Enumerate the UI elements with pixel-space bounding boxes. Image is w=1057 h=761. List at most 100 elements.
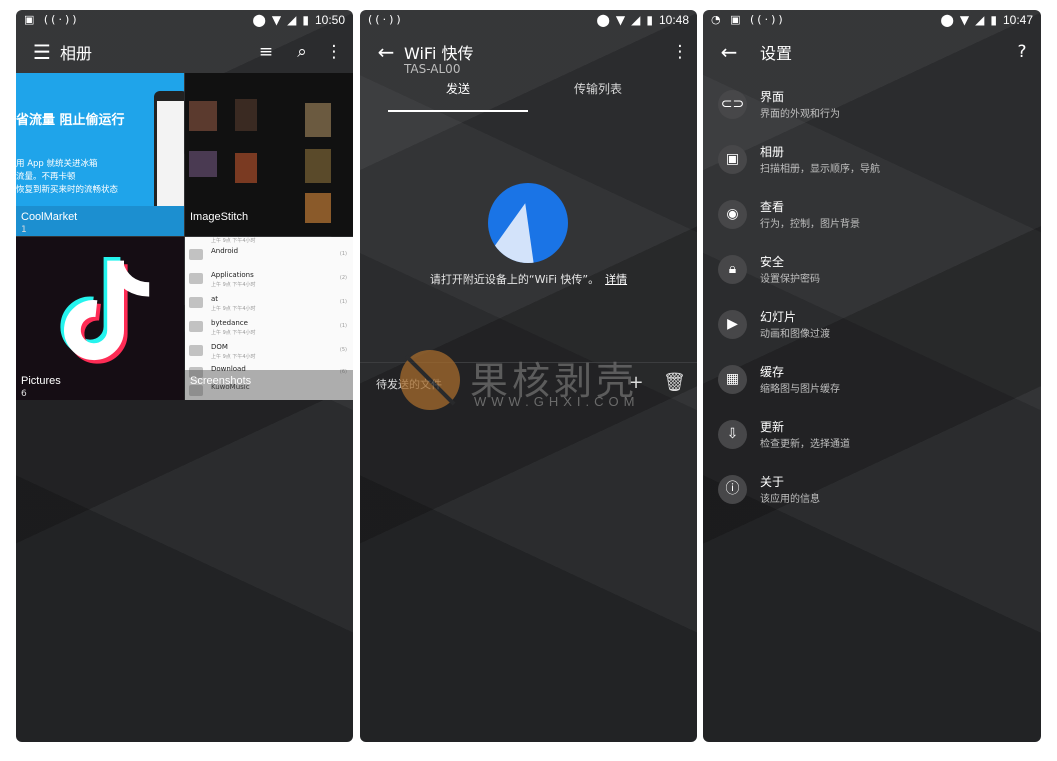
back-arrow-icon[interactable]: ←	[715, 38, 743, 66]
settings-item-title: 安全	[760, 255, 785, 269]
settings-item-album[interactable]: ▣ 相册 扫描相册，显示顺序，导航	[715, 140, 1029, 190]
lock-icon: 🔒︎	[718, 255, 747, 284]
status-left-icons: ◔ ▣ ((·))	[711, 13, 786, 26]
album-tile-imagestitch[interactable]: ImageStitch	[185, 73, 353, 236]
page-title: WiFi 快传	[404, 44, 474, 63]
settings-item-title: 幻灯片	[760, 310, 797, 324]
thumb-headline: 省流量 阻止偷运行	[16, 113, 125, 128]
chip-icon: ▦	[718, 365, 747, 394]
settings-item-subtitle: 设置保护密码	[760, 274, 820, 285]
back-arrow-icon[interactable]: ←	[372, 38, 400, 66]
settings-item-interface[interactable]: ⊂⊃ 界面 界面的外观和行为	[715, 85, 1029, 135]
list-item: at 上午 9点 下午4小时 (1)	[189, 293, 347, 316]
album-name: Pictures	[21, 375, 61, 387]
location-icon: ⬤	[940, 13, 954, 27]
update-icon: ⇩	[718, 420, 747, 449]
thumb-text: 流量。不再卡顿	[16, 172, 76, 182]
divider	[360, 362, 697, 363]
tiktok-logo-icon	[60, 257, 150, 364]
settings-item-subtitle: 扫描相册，显示顺序，导航	[760, 164, 880, 175]
page-title: 相册	[60, 44, 93, 63]
album-tile-pictures[interactable]: Pictures 6	[16, 237, 184, 400]
wifi-transfer-screen: ((·)) ⬤ ▼ ◢ ▮ 10:48 ← WiFi 快传 TAS-AL00 ⋮…	[360, 10, 697, 742]
status-right: ⬤ ▼ ◢ ▮ 10:47	[940, 13, 1033, 27]
settings-screen: ◔ ▣ ((·)) ⬤ ▼ ◢ ▮ 10:47 ← 设置 ? ⊂⊃ 界面 界面的…	[703, 10, 1041, 742]
wifi-icon: ▼	[959, 13, 970, 27]
slideshow-icon: ▶	[718, 310, 747, 339]
more-vert-icon[interactable]: ⋮	[667, 38, 693, 66]
scan-prompt: 请打开附近设备上的“WiFi 快传”。 详情	[360, 271, 697, 287]
settings-item-update[interactable]: ⇩ 更新 检查更新，选择通道	[715, 415, 1029, 465]
status-bar: ((·)) ⬤ ▼ ◢ ▮ 10:48	[360, 10, 697, 30]
thumb-text: 用 App 就统关进冰箱	[16, 159, 98, 169]
page-subtitle: TAS-AL00	[404, 62, 461, 76]
more-vert-icon[interactable]: ⋮	[321, 38, 347, 66]
image-icon: ▣	[718, 145, 747, 174]
signal-icon: ◢	[287, 13, 297, 27]
status-left-icons: ▣ ((·))	[24, 13, 80, 26]
settings-item-subtitle: 行为，控制，图片背景	[760, 219, 860, 230]
status-right: ⬤ ▼ ◢ ▮ 10:50	[252, 13, 345, 27]
status-time: 10:50	[314, 13, 345, 27]
battery-icon: ▮	[646, 13, 653, 27]
album-name: Screenshots	[190, 375, 252, 387]
info-icon: ⓘ	[718, 475, 747, 504]
settings-item-about[interactable]: ⓘ 关于 该应用的信息	[715, 470, 1029, 520]
tab-indicator	[388, 110, 528, 112]
battery-icon: ▮	[990, 13, 997, 27]
settings-item-subtitle: 检查更新，选择通道	[760, 439, 850, 450]
delete-icon[interactable]: 🗑	[663, 372, 686, 394]
settings-item-title: 查看	[760, 200, 785, 214]
search-icon[interactable]: ⌕	[289, 38, 315, 66]
status-bar: ▣ ((·)) ⬤ ▼ ◢ ▮ 10:50	[16, 10, 353, 30]
tab-label: 传输列表	[573, 82, 622, 96]
tab-label: 发送	[445, 82, 470, 96]
album-tile-coolmarket[interactable]: 省流量 阻止偷运行 用 App 就统关进冰箱 流量。不再卡顿 恢复到新买来时的流…	[16, 73, 184, 236]
settings-item-subtitle: 动画和图像过渡	[760, 329, 830, 340]
details-link[interactable]: 详情	[605, 273, 627, 286]
tab-bar: 发送 传输列表	[388, 82, 669, 112]
settings-item-title: 界面	[760, 90, 785, 104]
list-item: Applications 上午 9点 下午4小时 (2)	[189, 269, 347, 292]
list-item: Android (1)	[189, 245, 347, 268]
filter-icon[interactable]: ≡	[253, 38, 279, 66]
location-icon: ⬤	[252, 13, 266, 27]
status-right: ⬤ ▼ ◢ ▮ 10:48	[596, 13, 689, 27]
signal-icon: ◢	[975, 13, 985, 27]
location-icon: ⬤	[596, 13, 610, 27]
list-item: DOM 上午 9点 下午4小时 (5)	[189, 341, 347, 364]
wifi-icon: ▼	[615, 13, 626, 27]
settings-item-title: 关于	[760, 475, 785, 489]
tab-transfer-list[interactable]: 传输列表	[528, 82, 668, 110]
prompt-text: 请打开附近设备上的“WiFi 快传”。	[429, 273, 600, 286]
settings-item-cache[interactable]: ▦ 缓存 缩略图与图片缓存	[715, 360, 1029, 410]
toggle-icon: ⊂⊃	[718, 90, 747, 119]
page-title: 设置	[760, 44, 793, 63]
battery-icon: ▮	[302, 13, 309, 27]
help-icon[interactable]: ?	[1009, 38, 1035, 66]
album-count: 1	[21, 225, 27, 235]
add-icon[interactable]: +	[625, 372, 647, 394]
settings-item-security[interactable]: 🔒︎ 安全 设置保护密码	[715, 250, 1029, 300]
album-tile-screenshots[interactable]: 上午 9点 下午4小时 Android (1) Applications 上午 9点…	[185, 237, 353, 400]
list-item: bytedance 上午 9点 下午4小时 (1)	[189, 317, 347, 340]
settings-item-slideshow[interactable]: ▶ 幻灯片 动画和图像过渡	[715, 305, 1029, 355]
signal-icon: ◢	[631, 13, 641, 27]
gallery-screen: ▣ ((·)) ⬤ ▼ ◢ ▮ 10:50 ☰ 相册 ≡ ⌕ ⋮ 省流量 阻止偷…	[16, 10, 353, 742]
status-left-icons: ((·))	[368, 13, 404, 26]
status-time: 10:48	[658, 13, 689, 27]
menu-icon[interactable]: ☰	[28, 38, 56, 66]
settings-item-view[interactable]: ◉ 查看 行为，控制，图片背景	[715, 195, 1029, 245]
album-name: ImageStitch	[190, 211, 249, 223]
settings-item-subtitle: 缩略图与图片缓存	[760, 384, 840, 395]
status-time: 10:47	[1002, 13, 1033, 27]
app-bar: ← WiFi 快传 TAS-AL00 ⋮	[360, 32, 697, 82]
eye-icon: ◉	[718, 200, 747, 229]
pending-files-label: 待发送的文件	[376, 378, 442, 391]
album-grid: 省流量 阻止偷运行 用 App 就统关进冰箱 流量。不再卡顿 恢复到新买来时的流…	[16, 73, 353, 400]
tab-send[interactable]: 发送	[388, 82, 528, 112]
settings-item-subtitle: 界面的外观和行为	[760, 109, 840, 120]
settings-item-title: 相册	[760, 145, 785, 159]
radar-scan-icon	[488, 183, 568, 263]
wifi-icon: ▼	[271, 13, 282, 27]
